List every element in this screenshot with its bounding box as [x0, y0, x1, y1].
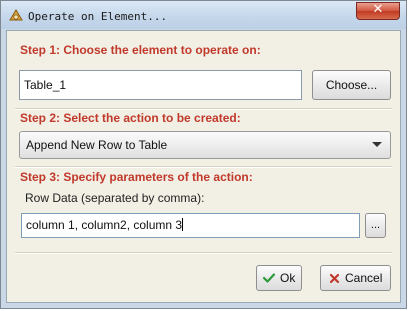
chevron-down-icon — [372, 142, 382, 147]
dialog-content: Step 1: Choose the element to operate on… — [6, 30, 401, 303]
close-button[interactable]: ✕ — [356, 2, 400, 20]
action-dropdown[interactable]: Append New Row to Table — [19, 131, 391, 159]
separator — [15, 252, 392, 254]
action-selected-value: Append New Row to Table — [26, 138, 168, 152]
cancel-label: Cancel — [345, 271, 383, 285]
separator — [15, 166, 392, 168]
title-bar[interactable]: Operate on Element... ✕ — [1, 1, 406, 29]
row-data-label: Row Data (separated by comma): — [25, 191, 205, 205]
step1-heading: Step 1: Choose the element to operate on… — [20, 43, 261, 57]
check-icon — [263, 273, 275, 283]
close-icon: ✕ — [372, 2, 384, 17]
row-data-field[interactable]: column 1, column2, column 3 — [21, 213, 360, 238]
ok-label: Ok — [280, 271, 296, 285]
choose-button[interactable]: Choose... — [312, 70, 391, 100]
text-caret — [182, 218, 184, 231]
row-data-value: column 1, column2, column 3 — [26, 218, 183, 232]
step3-heading: Step 3: Specify parameters of the action… — [20, 170, 253, 184]
step2-heading: Step 2: Select the action to be created: — [20, 111, 241, 125]
cancel-button[interactable]: Cancel — [320, 265, 391, 291]
app-icon — [9, 9, 23, 21]
browse-button[interactable]: ... — [365, 213, 386, 238]
dialog-window: Operate on Element... ✕ Step 1: Choose t… — [0, 0, 407, 309]
cross-icon — [330, 274, 339, 283]
window-title: Operate on Element... — [28, 10, 168, 23]
element-name-field[interactable]: Table_1 — [19, 70, 302, 100]
separator — [15, 108, 392, 110]
ok-button[interactable]: Ok — [256, 265, 302, 291]
